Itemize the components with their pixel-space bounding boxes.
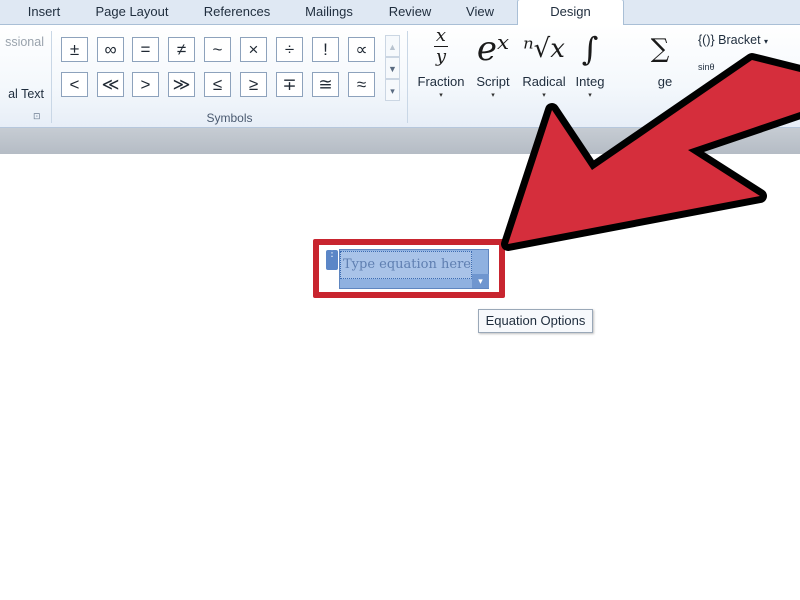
document-page — [0, 154, 800, 600]
symbol-not-equal[interactable]: ≠ — [168, 37, 195, 62]
integral-button[interactable]: ∫ Integ ▾ — [570, 25, 610, 127]
symbols-scroll-down-button[interactable]: ▼ — [385, 57, 400, 79]
professional-option[interactable]: ssional — [5, 35, 44, 49]
equation-input[interactable]: Type equation here. — [340, 251, 472, 279]
bracket-label: Bracket — [718, 33, 761, 47]
symbol-congruent[interactable]: ≅ — [312, 72, 339, 97]
radical-button[interactable]: ⁿ√x Radical ▾ — [518, 25, 570, 127]
structures-group: x y Fraction ▾ eˣ Script ▾ ⁿ√x Radical ▾… — [408, 25, 800, 127]
integral-icon: ∫ — [581, 30, 599, 68]
function-button[interactable]: sinθ — [698, 62, 715, 72]
symbol-almost-equal[interactable]: ≈ — [348, 72, 375, 97]
symbols-group: ± ∞ = ≠ ~ × ÷ ! ∝ < ≪ > ≫ ≤ ≥ ∓ ≅ ≈ ▲ ▼ … — [52, 25, 407, 127]
symbol-less-than[interactable]: < — [61, 72, 88, 97]
bracket-icon: {()} — [698, 33, 715, 47]
tab-insert[interactable]: Insert — [18, 0, 70, 24]
chevron-down-icon: ▾ — [764, 37, 769, 46]
fraction-button[interactable]: x y Fraction ▾ — [412, 25, 470, 127]
script-icon: eˣ — [476, 29, 510, 69]
tab-view[interactable]: View — [456, 0, 504, 24]
sum-icon: ∑ — [650, 34, 670, 64]
large-operator-button[interactable]: ∑ ge — [640, 25, 680, 127]
tab-page-layout[interactable]: Page Layout — [88, 0, 176, 24]
script-label: Script — [476, 74, 510, 89]
fraction-label: Fraction — [417, 74, 465, 89]
symbol-less-equal[interactable]: ≤ — [204, 72, 231, 97]
ribbon-bottom-strip — [0, 128, 800, 154]
fraction-icon: x y — [434, 25, 448, 67]
ribbon-tab-bar: Insert Page Layout References Mailings R… — [0, 0, 800, 25]
chevron-down-icon: ▾ — [588, 92, 592, 99]
large-operator-label: ge — [657, 74, 673, 89]
equation-options-button[interactable]: ▾ — [472, 274, 489, 288]
tab-design[interactable]: Design — [517, 0, 624, 25]
symbol-times[interactable]: × — [240, 37, 267, 62]
tab-review[interactable]: Review — [380, 0, 440, 24]
chevron-down-icon: ▾ — [491, 92, 495, 99]
tab-mailings[interactable]: Mailings — [296, 0, 362, 24]
function-icon: sinθ — [698, 62, 715, 72]
symbol-equals[interactable]: = — [132, 37, 159, 62]
tools-group: ssional al Text ⊡ — [0, 25, 52, 127]
symbol-much-less-than[interactable]: ≪ — [97, 72, 124, 97]
symbol-divide[interactable]: ÷ — [276, 37, 303, 62]
symbol-greater-equal[interactable]: ≥ — [240, 72, 267, 97]
radical-icon: ⁿ√x — [523, 34, 565, 64]
integral-label: Integ — [575, 74, 605, 89]
symbol-tilde[interactable]: ~ — [204, 37, 231, 62]
symbols-more-button[interactable]: ▾ — [385, 79, 400, 101]
ribbon: ssional al Text ⊡ ± ∞ = ≠ ~ × ÷ ! ∝ < ≪ … — [0, 25, 800, 128]
bracket-button[interactable]: {()} Bracket ▾ — [698, 33, 768, 47]
symbol-much-greater-than[interactable]: ≫ — [168, 72, 195, 97]
symbol-proportional[interactable]: ∝ — [348, 37, 375, 62]
symbols-group-label: Symbols — [206, 111, 253, 125]
symbol-factorial[interactable]: ! — [312, 37, 339, 62]
script-button[interactable]: eˣ Script ▾ — [470, 25, 516, 127]
equation-drag-handle-icon[interactable]: ⋮ — [326, 249, 338, 270]
dialog-launcher-icon[interactable]: ⊡ — [33, 112, 44, 121]
chevron-down-icon: ▾ — [439, 92, 443, 99]
chevron-down-icon: ▾ — [542, 92, 546, 99]
symbol-minus-plus[interactable]: ∓ — [276, 72, 303, 97]
equation-options-tooltip: Equation Options — [478, 309, 593, 333]
radical-label: Radical — [522, 74, 566, 89]
symbol-infinity[interactable]: ∞ — [97, 37, 124, 62]
symbol-plus-minus[interactable]: ± — [61, 37, 88, 62]
tab-references[interactable]: References — [194, 0, 280, 24]
symbols-scroll-up-button[interactable]: ▲ — [385, 35, 400, 57]
normal-text-option[interactable]: al Text — [8, 87, 44, 101]
symbol-greater-than[interactable]: > — [132, 72, 159, 97]
